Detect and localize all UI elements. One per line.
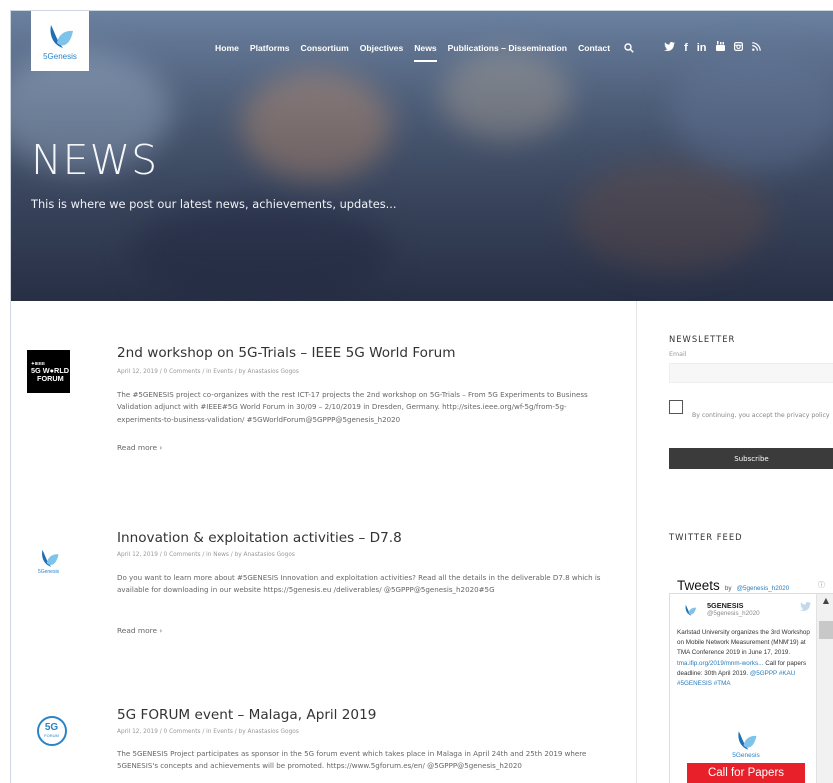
tweet-text: Karlstad University organizes the 3rd Wo… (677, 628, 817, 689)
tweet-card: 5GENESIS @5genesis_h2020 Karlstad Univer… (669, 593, 833, 783)
hero-banner: 5Genesis Home Platforms Consortium Objec… (11, 11, 833, 301)
thumb-text: FORUM (44, 733, 59, 738)
email-label: Email (669, 351, 687, 358)
logo-text: 5Genesis (43, 52, 77, 61)
sidebar-divider (636, 301, 637, 783)
nav-item-objectives[interactable]: Objectives (360, 43, 403, 53)
avatar[interactable] (682, 603, 698, 617)
post-thumbnail[interactable]: 5G FORUM (27, 709, 70, 752)
page-subtitle: This is where we post our latest news, a… (31, 197, 397, 211)
news-list: ✦IEEE 5G W●RLD FORUM 2nd workshop on 5G-… (11, 301, 636, 783)
twitter-feed-heading: TWITTER FEED (669, 532, 743, 542)
tweets-by-handle[interactable]: @5genesis_h2020 (737, 585, 790, 592)
linkedin-icon[interactable]: in (697, 42, 707, 54)
post-thumbnail[interactable]: ✦IEEE 5G W●RLD FORUM (27, 350, 70, 393)
nav-item-publications[interactable]: Publications – Dissemination (448, 43, 567, 53)
main-nav: Home Platforms Consortium Objectives New… (215, 38, 761, 62)
tweet-body: Karlstad University organizes the 3rd Wo… (677, 629, 810, 657)
consent-text: By continuing, you accept the privacy po… (692, 412, 830, 419)
post-excerpt: The 5GENESIS Project participates as spo… (117, 749, 587, 771)
instagram-icon[interactable] (733, 41, 743, 54)
twitter-bird-icon (800, 602, 811, 613)
post-title[interactable]: Innovation & exploitation activities – D… (117, 530, 402, 546)
social-links: f in (664, 41, 761, 54)
search-icon[interactable] (624, 38, 634, 57)
nav-item-home[interactable]: Home (215, 43, 239, 53)
scrollbar-thumb[interactable] (819, 621, 833, 639)
leaf-logo-icon (50, 25, 73, 48)
newsletter-heading: NEWSLETTER (669, 334, 736, 344)
twitter-icon[interactable] (664, 41, 676, 54)
post-meta: April 12, 2019 / 0 Comments / in News / … (117, 552, 295, 558)
thumb-text: FORUM (37, 373, 64, 383)
leaf-logo-icon (738, 731, 757, 750)
post-meta: April 12, 2019 / 0 Comments / in Events … (117, 729, 299, 735)
post-title[interactable]: 2nd workshop on 5G-Trials – IEEE 5G Worl… (117, 345, 455, 361)
tweet-image[interactable]: 5Genesis Call for Papers (677, 725, 815, 783)
tweet-image-logo-text: 5Genesis (732, 752, 760, 759)
post-meta: April 12, 2019 / 0 Comments / in Events … (117, 369, 299, 375)
5g-forum-logo-icon: 5G FORUM (36, 715, 67, 746)
tweets-title: Tweets (677, 578, 720, 593)
thumb-text: 5G (44, 722, 59, 733)
leaf-logo-icon (41, 549, 59, 567)
tweet-author-handle[interactable]: @5genesis_h2020 (707, 610, 760, 617)
subscribe-button[interactable]: Subscribe (669, 448, 833, 469)
page-frame: 5Genesis Home Platforms Consortium Objec… (10, 10, 833, 783)
youtube-icon[interactable] (715, 41, 725, 54)
twitter-widget-header: Tweets by @5genesis_h2020 (677, 575, 789, 594)
scroll-up-icon[interactable]: ▲ (817, 596, 833, 605)
tweet-scrollbar[interactable]: ▲ (816, 594, 833, 783)
nav-item-contact[interactable]: Contact (578, 43, 610, 53)
tweets-by-label: by (724, 585, 732, 592)
read-more-link[interactable]: Read more › (117, 626, 162, 635)
nav-item-news[interactable]: News (414, 43, 438, 62)
twitter-widget: Tweets by @5genesis_h2020 ⓘ 5GENESIS @5g… (669, 575, 833, 783)
tweet-link[interactable]: tma.ifip.org/2019/mnm-works... (677, 660, 763, 667)
call-for-papers-banner: Call for Papers (687, 763, 805, 783)
facebook-icon[interactable]: f (684, 42, 688, 54)
nav-item-platforms[interactable]: Platforms (250, 43, 290, 53)
nav-item-consortium[interactable]: Consortium (301, 43, 349, 53)
rss-icon[interactable] (751, 41, 761, 54)
post-title[interactable]: 5G FORUM event – Malaga, April 2019 (117, 707, 376, 723)
info-icon[interactable]: ⓘ (818, 580, 825, 590)
tweet-author-name[interactable]: 5GENESIS (707, 601, 744, 610)
page-title: NEWS (31, 136, 159, 184)
email-field[interactable] (669, 363, 833, 383)
post-excerpt: The #5GENESIS project co-organizes with … (117, 390, 588, 424)
read-more-link[interactable]: Read more › (117, 443, 162, 452)
post-thumbnail[interactable]: 5Genesis (27, 539, 70, 582)
site-logo[interactable]: 5Genesis (31, 11, 89, 71)
sidebar: NEWSLETTER Email By continuing, you acce… (669, 301, 833, 783)
post-excerpt: Do you want to learn more about #5GENESI… (117, 573, 601, 595)
thumb-text: 5Genesis (37, 568, 60, 575)
